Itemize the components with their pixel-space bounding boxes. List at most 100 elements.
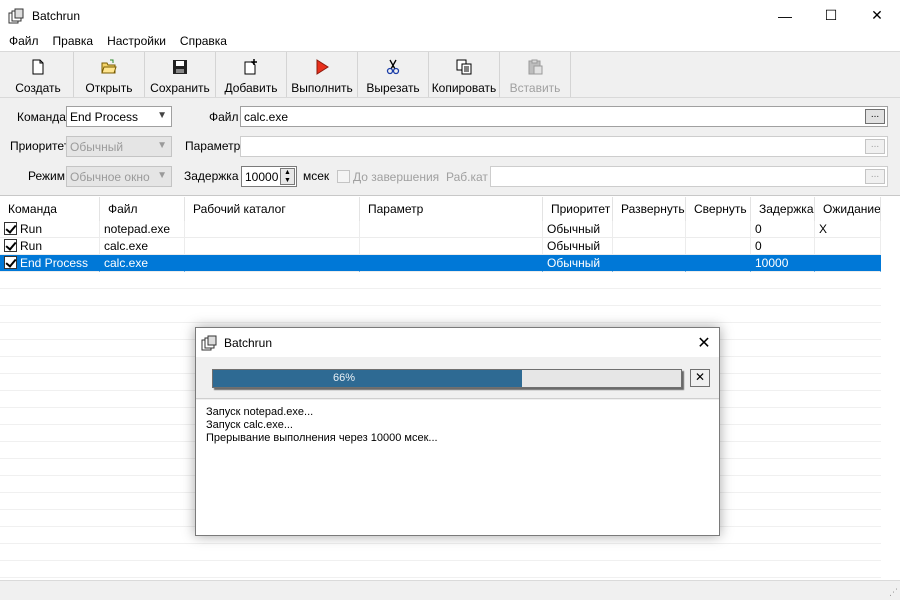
menu-help[interactable]: Справка: [173, 31, 234, 51]
column-header-priority[interactable]: Приоритет: [543, 197, 613, 221]
paste-button[interactable]: Вставить: [500, 52, 571, 97]
command-label: Команда: [17, 110, 66, 124]
cell-param: [360, 238, 543, 255]
cell-delay: 10000: [751, 255, 815, 272]
row-checkbox[interactable]: [4, 239, 17, 252]
cell-delay: 0: [751, 238, 815, 255]
cell-command-text: End Process: [20, 256, 89, 270]
empty-row: [0, 306, 881, 323]
close-button[interactable]: ✕: [854, 0, 900, 31]
copy-label: Копировать: [431, 81, 497, 95]
cell-workdir: [185, 221, 360, 238]
cell-command-text: Run: [20, 222, 43, 236]
mode-select[interactable]: Обычное окно ▼: [66, 166, 172, 187]
log-output: Запуск notepad.exe... Запуск calc.exe...…: [196, 400, 719, 535]
paste-icon: [528, 59, 543, 75]
table-row[interactable]: Run notepad.exe Обычный 0 X: [0, 221, 881, 238]
chevron-down-icon: ▼: [157, 110, 167, 121]
cell-priority: Обычный: [543, 255, 613, 272]
toolbar: Создать Открыть Сохранить Добавить Выпол…: [0, 51, 900, 98]
add-label: Добавить: [224, 81, 278, 95]
save-label: Сохранить: [150, 81, 210, 95]
column-header-workdir[interactable]: Рабочий каталог: [185, 197, 360, 221]
stop-button[interactable]: ✕: [690, 369, 710, 387]
delay-spinner[interactable]: 10000 ▲ ▼: [241, 166, 297, 187]
file-input[interactable]: calc.exe: [240, 106, 888, 127]
open-button[interactable]: Открыть: [74, 52, 145, 97]
wait-checkbox[interactable]: [337, 170, 350, 183]
menu-bar: Файл Правка Настройки Справка: [0, 31, 900, 51]
table-row[interactable]: Run calc.exe Обычный 0: [0, 238, 881, 255]
cut-button[interactable]: Вырезать: [358, 52, 429, 97]
cell-maximize: [613, 255, 686, 272]
command-select[interactable]: End Process ▼: [66, 106, 172, 127]
workdir-input[interactable]: [490, 166, 888, 187]
column-header-wait[interactable]: Ожидание: [815, 197, 881, 221]
progress-area: 66% ✕: [196, 357, 719, 399]
wait-label: До завершения: [353, 170, 440, 184]
workdir-label: Раб.кат: [446, 170, 488, 184]
cell-minimize: [686, 221, 751, 238]
column-header-file[interactable]: Файл: [100, 197, 185, 221]
progress-percent: 66%: [333, 372, 356, 384]
empty-row: [0, 272, 881, 289]
empty-row: [0, 561, 881, 578]
run-button[interactable]: Выполнить: [287, 52, 358, 97]
mode-label: Режим: [28, 169, 65, 183]
minimize-button[interactable]: —: [762, 0, 808, 31]
progress-dialog: Batchrun ✕ 66% ✕ Запуск notepad.exe... З…: [195, 327, 720, 536]
table-row-selected[interactable]: End Process calc.exe Обычный 10000: [0, 255, 881, 272]
priority-label: Приоритет: [10, 139, 70, 153]
menu-file[interactable]: Файл: [2, 31, 46, 51]
workdir-browse-button[interactable]: ...: [865, 169, 885, 184]
row-checkbox[interactable]: [4, 222, 17, 235]
column-header-param[interactable]: Параметр: [360, 197, 543, 221]
save-button[interactable]: Сохранить: [145, 52, 216, 97]
run-play-icon: [316, 59, 329, 75]
cell-workdir: [185, 238, 360, 255]
cell-file: notepad.exe: [100, 221, 185, 238]
command-select-value: End Process: [70, 109, 139, 124]
cell-wait: [815, 238, 881, 255]
dialog-close-button[interactable]: ✕: [689, 328, 719, 357]
column-header-command[interactable]: Команда: [0, 197, 100, 221]
cell-maximize: [613, 221, 686, 238]
priority-select-value: Обычный: [70, 139, 124, 154]
add-button[interactable]: Добавить: [216, 52, 287, 97]
param-browse-button[interactable]: ...: [865, 139, 885, 154]
copy-button[interactable]: Копировать: [429, 52, 500, 97]
log-line: Прерывание выполнения через 10000 мсек..…: [206, 432, 438, 444]
create-button[interactable]: Создать: [3, 52, 74, 97]
menu-settings[interactable]: Настройки: [100, 31, 173, 51]
column-header-minimize[interactable]: Свернуть: [686, 197, 751, 221]
progress-bar: 66%: [212, 369, 682, 388]
dialog-title-bar: Batchrun ✕: [196, 328, 719, 357]
column-header-delay[interactable]: Задержка: [751, 197, 815, 221]
cell-file: calc.exe: [100, 238, 185, 255]
open-label: Открыть: [85, 81, 133, 95]
copy-icon: [456, 59, 472, 75]
window-title: Batchrun: [32, 8, 81, 23]
create-label: Создать: [15, 81, 61, 95]
spin-arrows-icon[interactable]: ▲ ▼: [280, 168, 295, 185]
cell-wait: [815, 255, 881, 272]
column-header-maximize[interactable]: Развернуть: [613, 197, 686, 221]
log-line: Запуск notepad.exe...: [206, 406, 314, 418]
new-file-icon: [32, 59, 44, 75]
log-line: Запуск calc.exe...: [206, 419, 293, 431]
resize-grip-icon[interactable]: ⋰: [889, 587, 898, 598]
table-header: Команда Файл Рабочий каталог Параметр Пр…: [0, 197, 881, 221]
menu-edit[interactable]: Правка: [46, 31, 101, 51]
maximize-button[interactable]: ☐: [808, 0, 854, 31]
paste-label: Вставить: [509, 81, 561, 95]
cell-maximize: [613, 238, 686, 255]
row-checkbox[interactable]: [4, 256, 17, 269]
priority-select[interactable]: Обычный ▼: [66, 136, 172, 157]
param-input[interactable]: [240, 136, 888, 157]
cell-workdir: [185, 255, 360, 272]
file-browse-button[interactable]: ...: [865, 109, 885, 124]
open-folder-icon: [101, 59, 117, 74]
param-label: Параметр: [185, 139, 241, 153]
cell-command: Run: [0, 238, 100, 255]
delay-value: 10000: [245, 169, 279, 184]
